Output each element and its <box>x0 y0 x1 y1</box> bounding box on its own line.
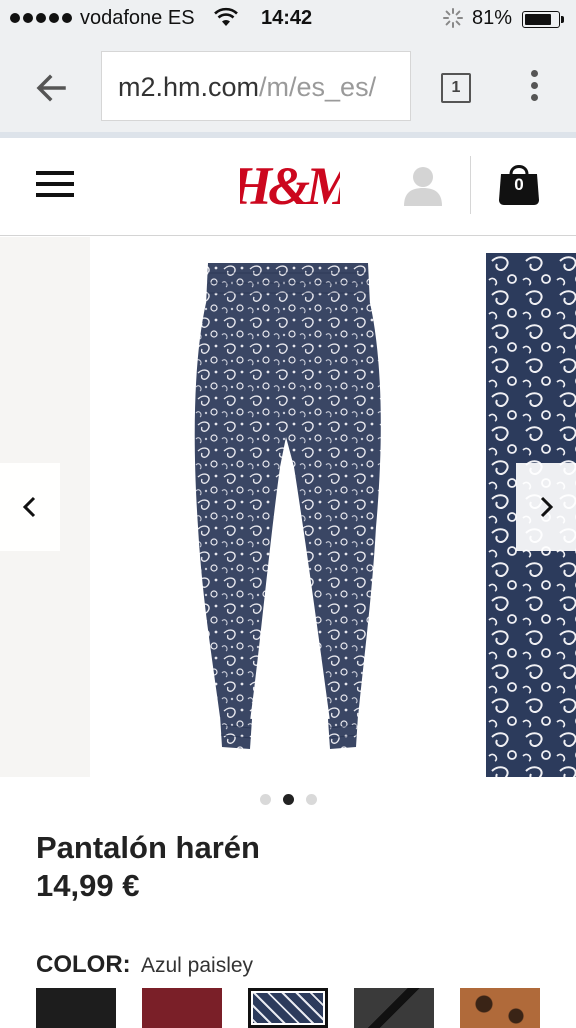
chevron-right-icon <box>540 496 554 518</box>
site-header: H&M 0 <box>0 138 576 236</box>
back-arrow-icon[interactable] <box>30 66 74 110</box>
color-swatch-burgundy[interactable] <box>142 988 222 1028</box>
color-swatch-azul-paisley[interactable] <box>248 988 328 1028</box>
status-bar: vodafone ES 14:42 81% <box>0 0 576 38</box>
product-image-carousel[interactable] <box>0 237 576 777</box>
activity-spinner-icon <box>443 8 463 28</box>
browser-toolbar: m2.hm.com/m/es_es/ 1 <box>0 38 576 132</box>
address-bar[interactable]: m2.hm.com/m/es_es/ <box>101 51 411 121</box>
svg-text:H&M: H&M <box>240 156 340 216</box>
carousel-pagination <box>0 794 576 810</box>
color-swatch-animal-print[interactable] <box>460 988 540 1028</box>
header-divider <box>470 156 471 214</box>
carousel-prev-button[interactable] <box>0 463 60 551</box>
carousel-dot[interactable] <box>259 794 271 805</box>
bag-item-count: 0 <box>514 175 524 194</box>
product-price: 14,99 € <box>36 868 140 903</box>
browser-menu-icon[interactable] <box>520 70 548 106</box>
product-image[interactable] <box>90 237 486 777</box>
hm-logo[interactable]: H&M <box>240 152 340 220</box>
hamburger-menu-icon[interactable] <box>36 171 74 201</box>
product-title: Pantalón harén <box>36 830 260 865</box>
wifi-icon <box>214 7 238 26</box>
signal-strength-icon <box>10 13 72 23</box>
color-value: Azul paisley <box>141 954 254 977</box>
carousel-next-button[interactable] <box>516 463 576 551</box>
color-swatch-black[interactable] <box>36 988 116 1028</box>
carrier-name: vodafone ES <box>80 7 195 29</box>
clock: 14:42 <box>261 7 313 29</box>
url-path: /m/es_es/ <box>259 72 377 102</box>
battery-icon <box>522 11 564 28</box>
account-icon[interactable] <box>402 164 444 208</box>
chevron-left-icon <box>22 496 36 518</box>
color-swatch-list <box>36 988 576 1028</box>
carousel-dot[interactable] <box>305 794 317 805</box>
color-swatch-dark-grey[interactable] <box>354 988 434 1028</box>
carousel-dot[interactable] <box>282 794 294 805</box>
color-label: COLOR: <box>36 951 131 978</box>
harem-pants-image <box>194 263 381 749</box>
battery-percentage: 81% <box>472 7 513 29</box>
tab-switcher-button[interactable]: 1 <box>441 73 471 103</box>
url-host: m2.hm.com <box>118 72 260 102</box>
